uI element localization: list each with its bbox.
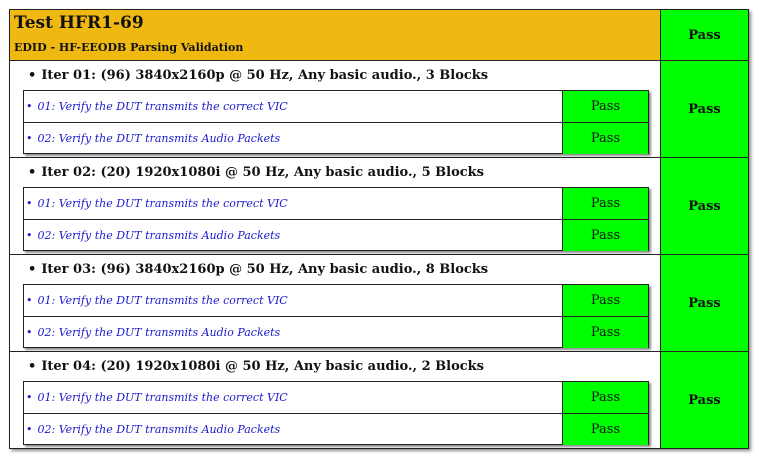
bullet-icon: • — [26, 197, 33, 210]
iteration-title: • Iter 02: (20) 1920x1080i @ 50 Hz, Any b… — [28, 165, 484, 180]
check-row: • 02: Verify the DUT transmits Audio Pack… — [24, 317, 648, 348]
check-result: Pass — [562, 91, 648, 122]
check-row: • 01: Verify the DUT transmits the correc… — [24, 188, 648, 220]
check-row: • 02: Verify the DUT transmits Audio Pack… — [24, 220, 648, 251]
check-row: • 01: Verify the DUT transmits the correc… — [24, 382, 648, 414]
check-result: Pass — [562, 188, 648, 219]
iteration-title-text: Iter 04: (20) 1920x1080i @ 50 Hz, Any ba… — [41, 359, 484, 374]
check-row: • 01: Verify the DUT transmits the correc… — [24, 91, 648, 123]
check-label: • 01: Verify the DUT transmits the correc… — [26, 382, 288, 413]
check-label: • 02: Verify the DUT transmits Audio Pack… — [26, 123, 280, 154]
check-label-text: 01: Verify the DUT transmits the correct… — [37, 100, 288, 113]
bullet-icon: • — [28, 262, 37, 277]
check-row: • 02: Verify the DUT transmits Audio Pack… — [24, 123, 648, 154]
bullet-icon: • — [28, 165, 37, 180]
bullet-icon: • — [26, 391, 33, 404]
iteration-result-cell: Pass — [661, 158, 748, 255]
check-result: Pass — [562, 317, 648, 348]
test-header-cell: Test HFR1-69 EDID - HF-EEODB Parsing Val… — [10, 10, 661, 61]
iteration-row: • Iter 04: (20) 1920x1080i @ 50 Hz, Any b… — [10, 352, 661, 448]
check-result: Pass — [562, 123, 648, 154]
iteration-title: • Iter 01: (96) 3840x2160p @ 50 Hz, Any b… — [28, 68, 488, 83]
iteration-row: • Iter 02: (20) 1920x1080i @ 50 Hz, Any b… — [10, 158, 661, 255]
check-label: • 01: Verify the DUT transmits the correc… — [26, 91, 288, 122]
bullet-icon: • — [28, 359, 37, 374]
iteration-result-cell: Pass — [661, 255, 748, 352]
bullet-icon: • — [26, 326, 33, 339]
iteration-result-cell: Pass — [661, 61, 748, 158]
iteration-row: • Iter 01: (96) 3840x2160p @ 50 Hz, Any b… — [10, 61, 661, 158]
iteration-title-text: Iter 01: (96) 3840x2160p @ 50 Hz, Any ba… — [41, 68, 489, 83]
check-label-text: 01: Verify the DUT transmits the correct… — [37, 197, 288, 210]
iteration-row: • Iter 03: (96) 3840x2160p @ 50 Hz, Any b… — [10, 255, 661, 352]
check-row: • 02: Verify the DUT transmits Audio Pack… — [24, 414, 648, 445]
test-subtitle: EDID - HF-EEODB Parsing Validation — [14, 41, 244, 54]
bullet-icon: • — [26, 229, 33, 242]
test-result-cell: Pass — [661, 10, 748, 61]
check-label-text: 02: Verify the DUT transmits Audio Packe… — [37, 326, 281, 339]
test-title: Test HFR1-69 — [14, 13, 144, 33]
check-table: • 01: Verify the DUT transmits the correc… — [23, 187, 649, 251]
check-label: • 02: Verify the DUT transmits Audio Pack… — [26, 414, 280, 445]
test-header-row: Test HFR1-69 EDID - HF-EEODB Parsing Val… — [10, 10, 748, 61]
iteration-title-text: Iter 02: (20) 1920x1080i @ 50 Hz, Any ba… — [41, 165, 484, 180]
check-result: Pass — [562, 285, 648, 316]
iteration-title-text: Iter 03: (96) 3840x2160p @ 50 Hz, Any ba… — [41, 262, 489, 277]
check-label: • 02: Verify the DUT transmits Audio Pack… — [26, 220, 280, 251]
check-result: Pass — [562, 414, 648, 445]
iteration-result-cell: Pass — [661, 352, 748, 448]
check-row: • 01: Verify the DUT transmits the correc… — [24, 285, 648, 317]
bullet-icon: • — [26, 132, 33, 145]
check-label: • 02: Verify the DUT transmits Audio Pack… — [26, 317, 280, 348]
check-table: • 01: Verify the DUT transmits the correc… — [23, 381, 649, 445]
check-result: Pass — [562, 382, 648, 413]
bullet-icon: • — [26, 100, 33, 113]
check-label-text: 02: Verify the DUT transmits Audio Packe… — [37, 229, 281, 242]
iteration-title: • Iter 03: (96) 3840x2160p @ 50 Hz, Any b… — [28, 262, 488, 277]
check-result: Pass — [562, 220, 648, 251]
check-label-text: 01: Verify the DUT transmits the correct… — [37, 391, 288, 404]
check-label: • 01: Verify the DUT transmits the correc… — [26, 188, 288, 219]
check-table: • 01: Verify the DUT transmits the correc… — [23, 90, 649, 154]
check-table: • 01: Verify the DUT transmits the correc… — [23, 284, 649, 348]
bullet-icon: • — [26, 294, 33, 307]
check-label-text: 02: Verify the DUT transmits Audio Packe… — [37, 132, 281, 145]
check-label-text: 01: Verify the DUT transmits the correct… — [37, 294, 288, 307]
bullet-icon: • — [28, 68, 37, 83]
check-label-text: 02: Verify the DUT transmits Audio Packe… — [37, 423, 281, 436]
test-report-table: Test HFR1-69 EDID - HF-EEODB Parsing Val… — [9, 9, 749, 449]
bullet-icon: • — [26, 423, 33, 436]
check-label: • 01: Verify the DUT transmits the correc… — [26, 285, 288, 316]
iteration-title: • Iter 04: (20) 1920x1080i @ 50 Hz, Any b… — [28, 359, 484, 374]
